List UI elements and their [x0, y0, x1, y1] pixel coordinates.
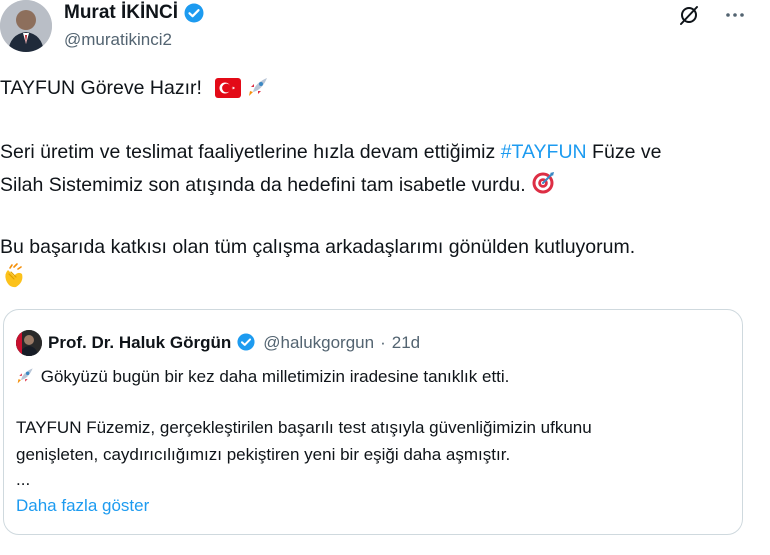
tweet-actions [678, 4, 746, 26]
tweet-line-5 [0, 262, 28, 301]
author-handle[interactable]: @muratikinci2 [64, 30, 172, 50]
rocket-emoji [247, 74, 271, 109]
clapping-hands-emoji [0, 262, 28, 301]
quoted-line-1: Gökyüzü bugün bir kez daha milletimizin … [16, 365, 509, 390]
tweet-headline: TAYFUN Göreve Hazır! [0, 77, 202, 99]
quoted-line-3: genişleten, caydırıcılığımızı pekiştiren… [16, 445, 511, 464]
quoted-author-name[interactable]: Prof. Dr. Haluk Görgün [48, 333, 231, 353]
tweet-text-part: Bu başarıda katkısı olan tüm çalışma ark… [0, 236, 636, 258]
author-name[interactable]: Murat İKİNCİ [64, 2, 178, 24]
verified-badge-icon [237, 333, 257, 353]
more-icon[interactable] [724, 4, 746, 26]
turkey-flag-emoji [215, 76, 242, 109]
hashtag-link[interactable]: #TAYFUN [501, 141, 587, 163]
tweet-text-part: Füze ve [586, 141, 662, 163]
author-avatar[interactable] [0, 0, 52, 52]
tweet-line-2: Seri üretim ve teslimat faaliyetlerine h… [0, 136, 661, 169]
quoted-line-2: TAYFUN Füzemiz, gerçekleştirilen başarıl… [16, 418, 592, 437]
show-more-link[interactable]: Daha fazla göster [16, 496, 149, 516]
tweet-text-part: Seri üretim ve teslimat faaliyetlerine h… [0, 141, 501, 163]
quoted-ellipsis: ... [16, 470, 31, 489]
verified-badge-icon [184, 3, 204, 23]
tweet-line-3: Silah Sistemimiz son atışında da hedefin… [0, 169, 555, 206]
separator-dot: · [380, 333, 386, 352]
author-name-row[interactable]: Murat İKİNCİ [64, 2, 204, 24]
tweet-text-part: Silah Sistemimiz son atışında da hedefin… [0, 174, 526, 196]
quoted-timestamp[interactable]: 21d [392, 333, 420, 353]
tweet-line-4: Bu başarıda katkısı olan tüm çalışma ark… [0, 231, 635, 264]
quoted-tweet-card[interactable]: Prof. Dr. Haluk Görgün @halukgorgun · 21… [3, 309, 743, 535]
target-emoji [531, 171, 555, 206]
rocket-emoji [16, 365, 36, 390]
quoted-author-avatar[interactable] [16, 330, 42, 356]
quoted-text: Gökyüzü bugün bir kez daha milletimizin … [40, 367, 510, 386]
quoted-author-handle[interactable]: @halukgorgun [263, 333, 374, 353]
tweet-line-1: TAYFUN Göreve Hazır! [0, 72, 271, 109]
quoted-tweet-header: Prof. Dr. Haluk Görgün @halukgorgun · 21… [16, 330, 420, 356]
grok-icon[interactable] [678, 4, 700, 26]
